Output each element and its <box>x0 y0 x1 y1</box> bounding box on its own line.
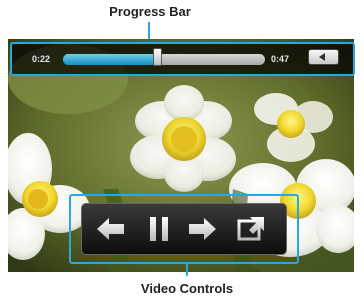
progress-bar: 0:22 0:47 <box>10 42 355 76</box>
previous-icon <box>97 218 124 240</box>
pause-icon <box>150 217 168 241</box>
collapse-button[interactable] <box>308 49 339 65</box>
video-controls <box>81 203 287 255</box>
progress-bar-callout: Progress Bar <box>109 4 191 19</box>
progress-track[interactable] <box>63 54 265 65</box>
pause-button[interactable] <box>142 213 176 245</box>
fullscreen-icon <box>237 217 264 241</box>
total-time: 0:47 <box>271 54 290 64</box>
progress-thumb[interactable] <box>152 48 162 66</box>
video-controls-leader <box>186 264 188 276</box>
fullscreen-button[interactable] <box>234 213 268 245</box>
previous-button[interactable] <box>94 213 128 245</box>
video-controls-callout-frame <box>69 194 299 264</box>
video-controls-callout: Video Controls <box>140 281 234 296</box>
next-icon <box>189 218 216 240</box>
elapsed-time: 0:22 <box>32 54 51 64</box>
left-arrow-icon <box>319 53 325 61</box>
progress-fill <box>63 54 158 65</box>
next-button[interactable] <box>185 213 219 245</box>
